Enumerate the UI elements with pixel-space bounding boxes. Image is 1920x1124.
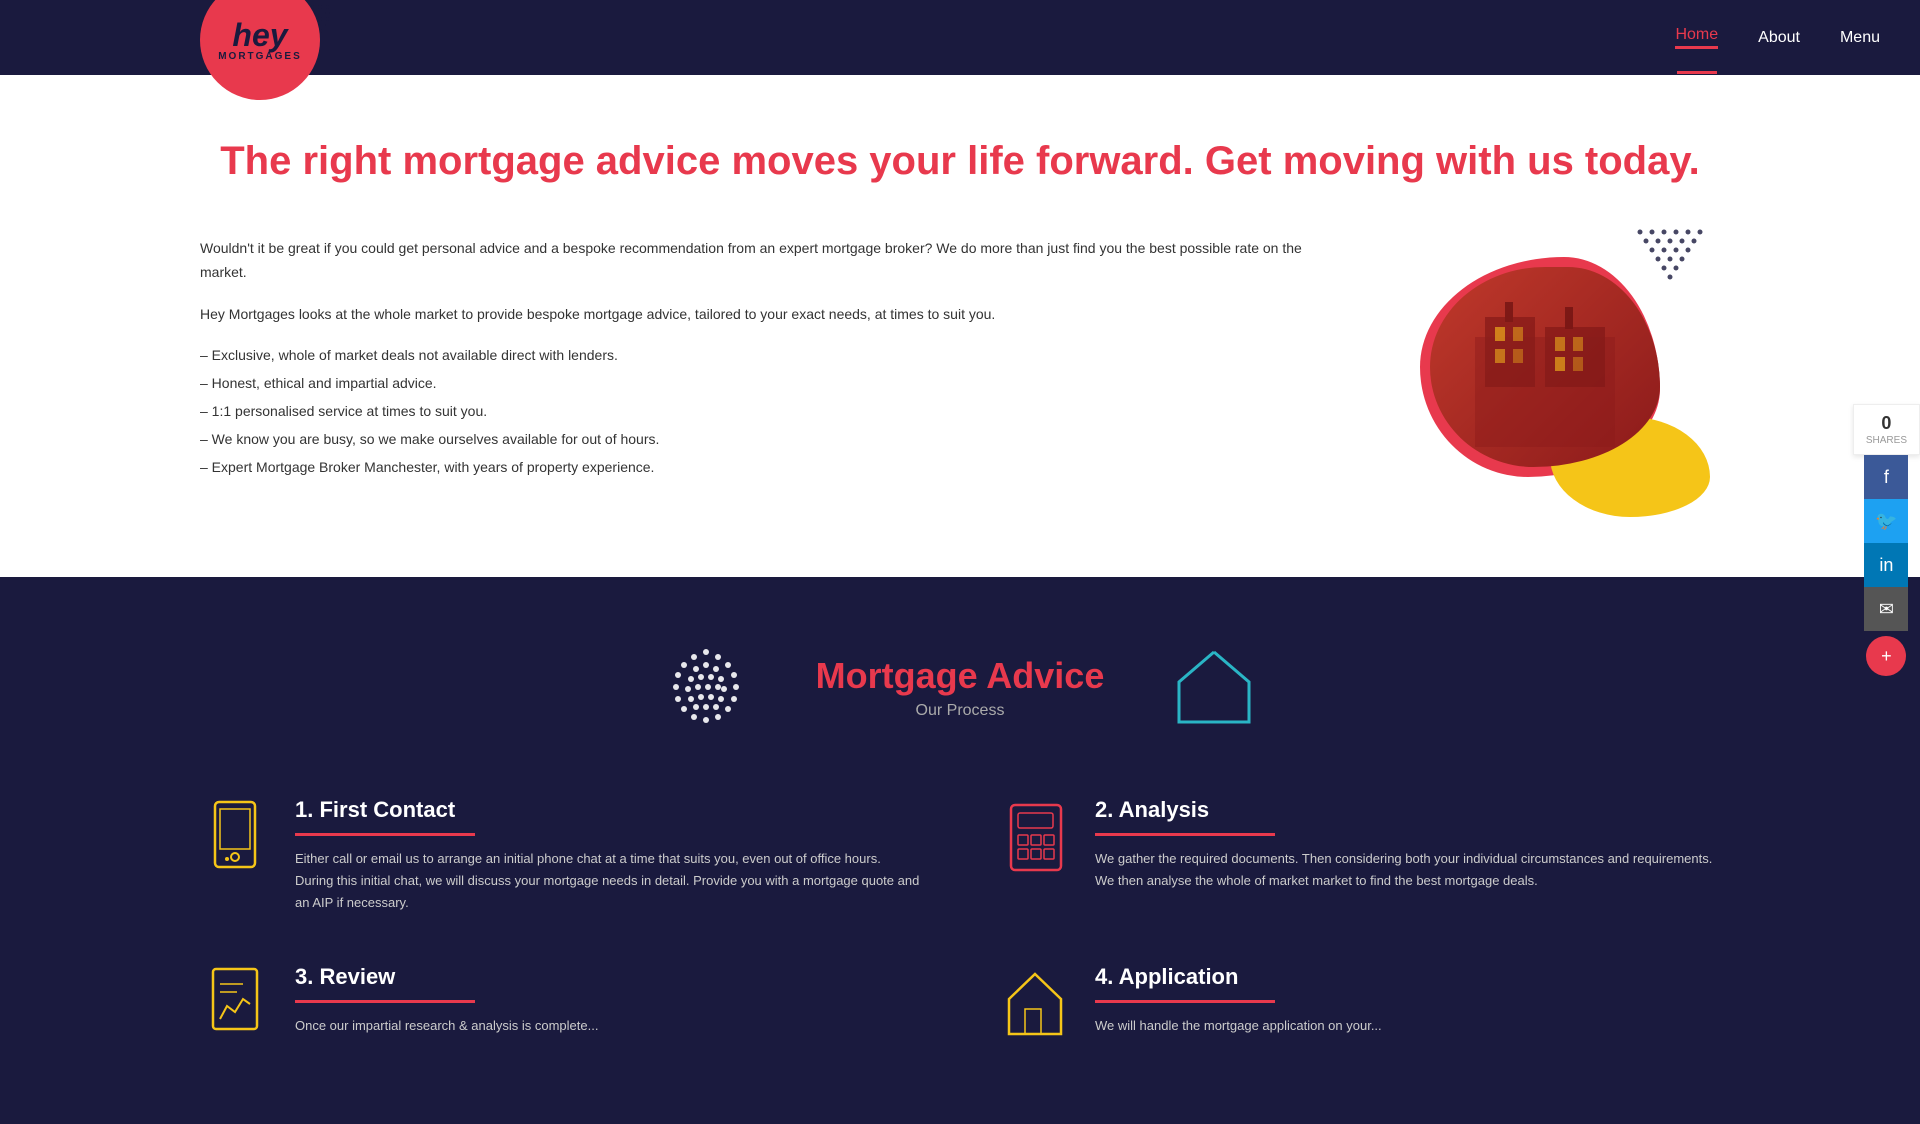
review-icon xyxy=(200,964,270,1044)
twitter-share-button[interactable]: 🐦 xyxy=(1864,499,1908,543)
process-dots-blob xyxy=(656,637,756,737)
hero-paragraph-1: Wouldn't it be great if you could get pe… xyxy=(200,237,1340,285)
main-nav: Home About Menu xyxy=(1675,26,1880,49)
step-4-description: We will handle the mortgage application … xyxy=(1095,1015,1382,1037)
linkedin-icon: in xyxy=(1879,555,1893,576)
hero-dots-decoration xyxy=(1630,227,1710,287)
hero-bullets: – Exclusive, whole of market deals not a… xyxy=(200,344,1340,479)
step-1-description: Either call or email us to arrange an in… xyxy=(295,848,920,914)
hero-text: Wouldn't it be great if you could get pe… xyxy=(200,237,1340,483)
twitter-icon: 🐦 xyxy=(1875,511,1897,532)
social-sidebar: 0 SHARES f 🐦 in ✉ + xyxy=(1853,404,1920,676)
step-1-info: 1. First Contact Either call or email us… xyxy=(295,797,920,914)
step-3-title: 3. Review xyxy=(295,964,598,990)
building-svg xyxy=(1455,287,1635,447)
step-3-divider xyxy=(295,1000,475,1003)
application-icon xyxy=(1000,964,1070,1044)
step-4-title: 4. Application xyxy=(1095,964,1382,990)
step-1-title: 1. First Contact xyxy=(295,797,920,823)
facebook-icon: f xyxy=(1884,467,1889,488)
process-step-4: 4. Application We will handle the mortga… xyxy=(1000,964,1720,1044)
process-header: Mortgage Advice Our Process xyxy=(200,637,1720,737)
hero-bullet-3: – 1:1 personalised service at times to s… xyxy=(200,400,1340,424)
shares-count: 0 xyxy=(1866,413,1907,434)
hero-content: Wouldn't it be great if you could get pe… xyxy=(200,237,1720,517)
step-2-info: 2. Analysis We gather the required docum… xyxy=(1095,797,1720,892)
email-share-button[interactable]: ✉ xyxy=(1864,587,1908,631)
step-2-description: We gather the required documents. Then c… xyxy=(1095,848,1720,892)
shares-label: SHARES xyxy=(1866,435,1907,446)
process-title: Mortgage Advice xyxy=(816,655,1105,697)
linkedin-share-button[interactable]: in xyxy=(1864,543,1908,587)
hero-bullet-2: – Honest, ethical and impartial advice. xyxy=(200,372,1340,396)
process-title-area: Mortgage Advice Our Process xyxy=(816,655,1105,720)
facebook-share-button[interactable]: f xyxy=(1864,455,1908,499)
process-step-3: 3. Review Once our impartial research & … xyxy=(200,964,920,1044)
nav-home[interactable]: Home xyxy=(1675,26,1718,49)
plus-icon: + xyxy=(1881,646,1892,667)
nav-about[interactable]: About xyxy=(1758,29,1800,47)
nav-menu[interactable]: Menu xyxy=(1840,29,1880,47)
hero-paragraph-2: Hey Mortgages looks at the whole market … xyxy=(200,303,1340,327)
step-3-info: 3. Review Once our impartial research & … xyxy=(295,964,598,1037)
logo-area: hey MORTGAGES xyxy=(0,0,260,75)
process-subtitle: Our Process xyxy=(816,702,1105,720)
header: hey MORTGAGES Home About Menu xyxy=(0,0,1920,75)
first-contact-icon xyxy=(200,797,270,877)
process-step-2: 2. Analysis We gather the required docum… xyxy=(1000,797,1720,914)
step-2-divider xyxy=(1095,833,1275,836)
step-2-title: 2. Analysis xyxy=(1095,797,1720,823)
step-4-divider xyxy=(1095,1000,1275,1003)
analysis-icon xyxy=(1000,797,1070,877)
process-section: Mortgage Advice Our Process xyxy=(0,577,1920,1124)
hero-building-image xyxy=(1430,267,1660,467)
hero-section: The right mortgage advice moves your lif… xyxy=(0,75,1920,577)
step-1-divider xyxy=(295,833,475,836)
hero-bullet-1: – Exclusive, whole of market deals not a… xyxy=(200,344,1340,368)
hero-image-area xyxy=(1400,237,1720,517)
process-step-1: 1. First Contact Either call or email us… xyxy=(200,797,920,914)
process-grid: 1. First Contact Either call or email us… xyxy=(200,797,1720,1044)
shares-counter: 0 SHARES xyxy=(1853,404,1920,455)
house-icon-area xyxy=(1164,637,1264,737)
step-4-info: 4. Application We will handle the mortga… xyxy=(1095,964,1382,1037)
hero-bullet-5: – Expert Mortgage Broker Manchester, wit… xyxy=(200,456,1340,480)
logo-mortgages-text: MORTGAGES xyxy=(218,51,302,62)
step-3-description: Once our impartial research & analysis i… xyxy=(295,1015,598,1037)
more-share-button[interactable]: + xyxy=(1866,636,1906,676)
house-icon xyxy=(1169,642,1259,732)
email-icon: ✉ xyxy=(1879,599,1894,620)
hero-title: The right mortgage advice moves your lif… xyxy=(200,135,1720,187)
logo-hey-text: hey xyxy=(232,19,287,51)
hero-bullet-4: – We know you are busy, so we make ourse… xyxy=(200,428,1340,452)
